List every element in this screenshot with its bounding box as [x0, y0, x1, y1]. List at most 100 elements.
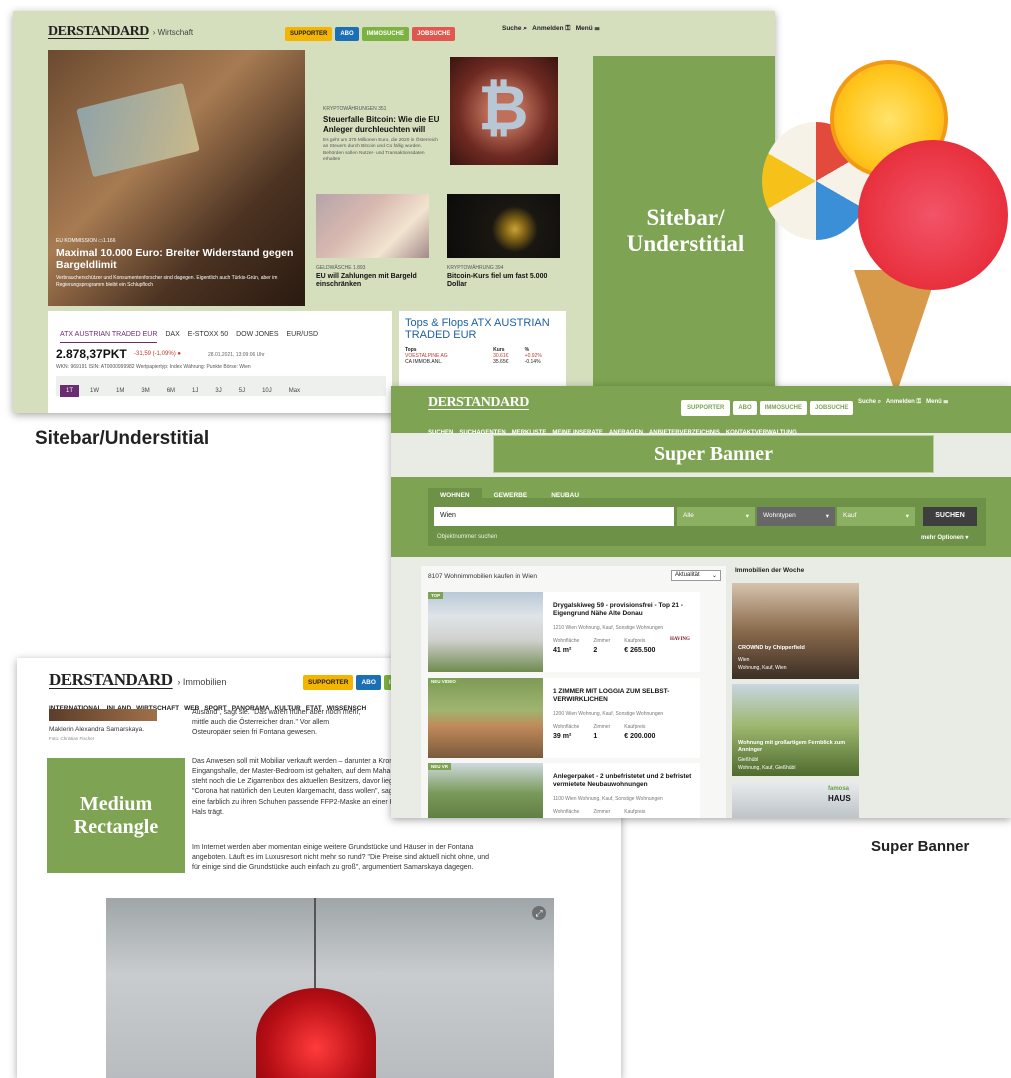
abo-button[interactable]: ABO [733, 401, 757, 415]
more-options-link[interactable]: mehr Optionen [921, 535, 964, 541]
offer-select[interactable]: Kauf ▾ [837, 507, 915, 526]
range-button[interactable]: 10J [256, 385, 278, 397]
search-link[interactable]: Suche [858, 399, 876, 405]
range-button[interactable]: 1M [110, 385, 130, 397]
week-card-location: Wien [738, 657, 750, 663]
article-card[interactable]: KRYPTOWÄHRUNG 394 Bitcoin-Kurs fiel um f… [447, 265, 567, 290]
red-chandelier [256, 988, 376, 1078]
range-button[interactable]: 6M [161, 385, 181, 397]
hamburger-icon[interactable]: ☰ [595, 25, 600, 32]
jobsuche-button[interactable]: JOBSUCHE [412, 27, 456, 41]
article-kicker: KRYPTOWÄHRUNG [447, 265, 494, 271]
tab-dax[interactable]: DAX [165, 331, 179, 338]
search-link[interactable]: Suche [502, 25, 522, 32]
menu-link[interactable]: Menü [576, 25, 593, 32]
supporter-button[interactable]: SUPPORTER [681, 400, 731, 416]
article-count: 1.893 [352, 265, 366, 271]
range-button[interactable]: 1W [84, 385, 105, 397]
tab-eurusd[interactable]: EUR/USD [287, 331, 319, 338]
table-cell: 35.65€ [493, 359, 509, 366]
stat-value: 2 [593, 647, 598, 654]
range-button[interactable]: Max [283, 385, 306, 397]
site-logo[interactable]: DERSTANDARD › Wirtschaft [48, 22, 193, 40]
hamburger-icon[interactable]: ☰ [943, 399, 948, 405]
article-title[interactable]: Steuerfalle Bitcoin: Wie die EU Anleger … [323, 115, 441, 134]
gold-coin-image [447, 194, 560, 258]
listing-photo [428, 678, 543, 758]
listing-title[interactable]: Drygalskiweg 59 - provisionsfrei - Top 2… [553, 602, 693, 618]
range-button[interactable]: 3M [135, 385, 155, 397]
photo-credit: Foto: Christian Fischer [49, 736, 95, 741]
listing-card[interactable]: NEU VIDEO 1 ZIMMER MIT LOGGIA ZUM SELBST… [428, 678, 700, 758]
stat-value: 41 m² [553, 647, 572, 654]
chevron-down-icon: ⌄ [711, 573, 717, 579]
article-card[interactable]: KRYPTOWÄHRUNGEN 351 Steuerfalle Bitcoin:… [323, 106, 441, 163]
article-title[interactable]: Bitcoin-Kurs fiel um fast 5.000 Dollar [447, 273, 567, 290]
supporter-button[interactable]: SUPPORTER [285, 27, 333, 41]
location-input[interactable]: Wien [434, 507, 674, 526]
search-icon[interactable]: ⌕ [878, 399, 881, 405]
select-value: Wohntypen [763, 512, 796, 519]
haus-logo: HAUS [828, 794, 851, 803]
listing-subtitle: 1100 Wien Wohnung, Kauf, Sonstige Wohnun… [553, 796, 663, 802]
search-icon[interactable]: ⌕ [523, 25, 527, 32]
stat-label: Kaufpreis [624, 638, 646, 644]
immosuche-button[interactable]: IMMOSUCHE [361, 27, 410, 41]
sort-select[interactable]: Aktualität ⌄ [671, 570, 721, 581]
hero-article[interactable]: EU KOMMISSION ▭1.166 Maximal 10.000 Euro… [48, 50, 305, 306]
jobsuche-button[interactable]: JOBSUCHE [810, 401, 854, 415]
stat-label: Wohnfläche [553, 809, 580, 815]
objektnummer-link[interactable]: Objektnummer suchen [437, 534, 497, 540]
tab-estoxx[interactable]: E-STOXX 50 [188, 331, 228, 338]
chandelier-photo: ⤢ [106, 898, 554, 1078]
type-select[interactable]: Wohntypen ▾ [757, 507, 835, 526]
week-card-title[interactable]: CROWND by Chipperfield [738, 645, 805, 651]
select-value: Alle [683, 512, 694, 519]
category-select[interactable]: Alle ▾ [677, 507, 755, 526]
caption-super-banner: Super Banner [871, 838, 970, 855]
article-kicker: KRYPTOWÄHRUNGEN [323, 106, 377, 112]
new-badge: NEU [431, 764, 441, 769]
week-card[interactable]: famosa HAUS [732, 782, 859, 818]
article-title[interactable]: EU will Zahlungen mit Bargeld einschränk… [316, 273, 436, 290]
listing-subtitle: 1200 Wien Wohnung, Kauf, Sonstige Wohnun… [553, 711, 664, 717]
week-card[interactable]: CROWND by Chipperfield Wien Wohnung, Kau… [732, 583, 859, 679]
login-link[interactable]: Anmelden [886, 399, 915, 405]
listing-card[interactable]: TOP Drygalskiweg 59 - provisionsfrei - T… [428, 592, 700, 672]
hero-title[interactable]: Maximal 10.000 Euro: Breiter Widerstand … [56, 247, 296, 271]
login-link[interactable]: Anmelden [532, 25, 563, 32]
hero-kicker: EU KOMMISSION [56, 238, 97, 244]
immosuche-button[interactable]: IMMOSUCHE [759, 401, 808, 415]
menu-link[interactable]: Menü [926, 399, 942, 405]
article-paragraph: Ausland", sagt sie. "Das waren früher ab… [192, 709, 361, 737]
week-card-title[interactable]: Wohnung mit großartigem Fernblick zum An… [738, 740, 856, 753]
abo-button[interactable]: ABO [356, 675, 381, 690]
index-meta: WKN: 969191 ISIN: AT0000999982 Wertpapie… [56, 364, 251, 370]
stat-label: Zimmer [593, 724, 611, 730]
search-button[interactable]: SUCHEN [923, 507, 977, 526]
table-row[interactable]: CA IMMOB.ANL. 35.65€ -0.14% [405, 359, 560, 365]
nav-item[interactable]: SUCHEN [428, 430, 453, 436]
range-button[interactable]: 1T [60, 385, 80, 397]
tab-atx[interactable]: ATX AUSTRIAN TRADED EUR [60, 331, 158, 343]
listing-title[interactable]: 1 ZIMMER MIT LOGGIA ZUM SELBST-VERWIRKLI… [553, 688, 693, 704]
site-logo[interactable]: DERSTANDARD [428, 393, 529, 411]
header-buttons: SUPPORTER ABO IMMOSUCHE JOBSUCHE [681, 396, 856, 416]
listing-card[interactable]: NEU VR Anlegerpaket - 2 unbefristetet un… [428, 763, 700, 818]
listing-title[interactable]: Anlegerpaket - 2 unbefristetet und 2 bef… [553, 773, 693, 789]
article-card[interactable]: GELDWÄSCHE 1.893 EU will Zahlungen mit B… [316, 265, 436, 290]
range-button[interactable]: 1J [186, 385, 204, 397]
header-actions: Suche ⌕ Anmelden ⚿ Menü ☰ [502, 25, 599, 33]
range-button[interactable]: 5J [233, 385, 251, 397]
vr-badge: VR [441, 764, 449, 769]
stat-label: Zimmer [593, 809, 611, 815]
stat-value: € 200.000 [624, 733, 656, 740]
site-logo[interactable]: DERSTANDARD › Immobilien [49, 670, 226, 690]
supporter-button[interactable]: SUPPORTER [303, 675, 354, 690]
range-button[interactable]: 3J [209, 385, 227, 397]
abo-button[interactable]: ABO [335, 27, 359, 41]
week-card[interactable]: Wohnung mit großartigem Fernblick zum An… [732, 684, 859, 776]
expand-icon[interactable]: ⤢ [532, 906, 546, 920]
listing-photo [428, 763, 543, 818]
tab-dowjones[interactable]: DOW JONES [236, 331, 278, 338]
